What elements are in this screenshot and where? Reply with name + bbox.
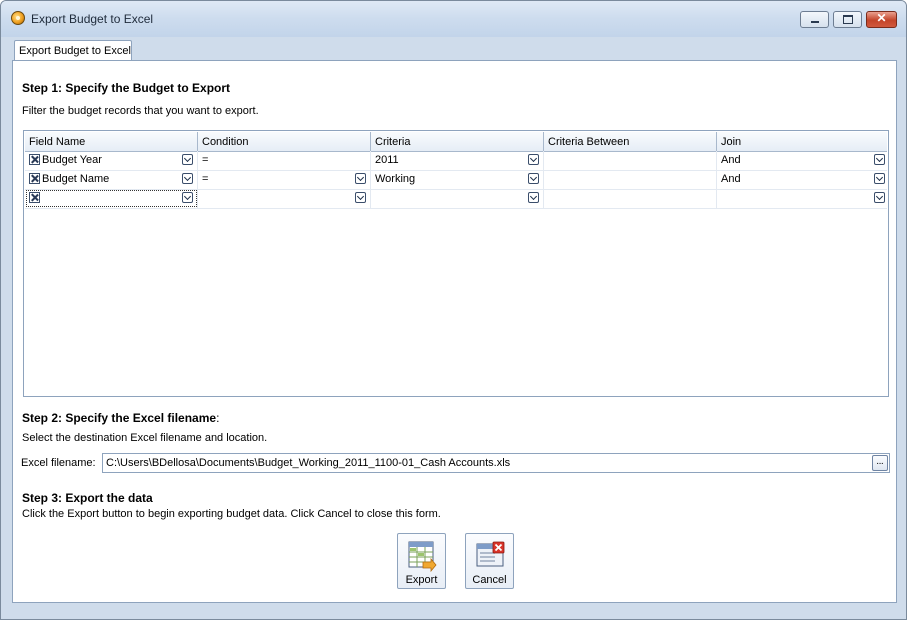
criteria-between-cell[interactable] [544, 151, 717, 170]
join-cell[interactable]: And [717, 170, 887, 189]
excel-filename-value: C:\Users\BDellosa\Documents\Budget_Worki… [106, 457, 511, 469]
cancel-button-label: Cancel [472, 574, 507, 586]
delete-row-icon[interactable] [29, 173, 40, 184]
step3-text: Click the Export button to begin exporti… [22, 508, 441, 520]
chevron-down-icon[interactable] [528, 192, 539, 203]
table-row-new [25, 189, 887, 209]
chevron-down-icon[interactable] [182, 154, 193, 165]
criteria-value: 2011 [375, 154, 399, 166]
filter-grid[interactable]: Field Name Condition Criteria Criteria B… [23, 130, 889, 397]
criteria-between-cell[interactable] [544, 189, 717, 208]
delete-row-icon[interactable] [29, 192, 40, 203]
col-condition[interactable]: Condition [198, 132, 371, 151]
step3-title: Step 3: Export the data [22, 491, 153, 505]
close-button[interactable]: ✕ [866, 11, 897, 28]
table-row: Budget Name = Working And [25, 170, 887, 190]
window-title: Export Budget to Excel [31, 12, 154, 26]
excel-filename-label: Excel filename: [21, 457, 96, 469]
chevron-down-icon[interactable] [182, 192, 193, 203]
maximize-button[interactable] [833, 11, 862, 28]
join-cell[interactable] [717, 189, 887, 208]
excel-filename-input[interactable]: C:\Users\BDellosa\Documents\Budget_Worki… [102, 453, 890, 473]
criteria-cell[interactable] [371, 189, 544, 208]
step2-title: Step 2: Specify the Excel filename: [22, 411, 219, 425]
export-spreadsheet-icon [408, 541, 437, 572]
col-join[interactable]: Join [717, 132, 887, 151]
step1-text: Filter the budget records that you want … [22, 105, 259, 117]
field-name-value: Budget Year [42, 154, 102, 166]
ellipsis-icon: ··· [876, 458, 884, 469]
condition-cell[interactable]: = [198, 170, 371, 189]
field-name-cell[interactable]: Budget Name [25, 170, 198, 189]
minimize-button[interactable] [800, 11, 829, 28]
app-icon [11, 11, 25, 25]
criteria-cell[interactable]: 2011 [371, 151, 544, 170]
criteria-cell[interactable]: Working [371, 170, 544, 189]
export-budget-window: Export Budget to Excel ✕ Export Budget t… [0, 0, 907, 620]
table-row: Budget Year = 2011 And [25, 151, 887, 171]
col-criteria[interactable]: Criteria [371, 132, 544, 151]
step2-title-text: Step 2: Specify the Excel filename [22, 411, 217, 425]
export-button[interactable]: Export [397, 533, 446, 589]
tab-export-budget[interactable]: Export Budget to Excel [14, 40, 132, 61]
field-name-cell[interactable] [25, 189, 198, 208]
chevron-down-icon[interactable] [355, 173, 366, 184]
close-icon: ✕ [876, 11, 887, 25]
join-value: And [721, 173, 741, 185]
chevron-down-icon[interactable] [182, 173, 193, 184]
chevron-down-icon[interactable] [528, 154, 539, 165]
cancel-window-icon [476, 541, 505, 567]
condition-value: = [202, 154, 209, 166]
condition-cell[interactable] [198, 189, 371, 208]
condition-value: = [202, 173, 209, 185]
col-criteria-between[interactable]: Criteria Between [544, 132, 717, 151]
cancel-button[interactable]: Cancel [465, 533, 514, 589]
field-name-cell[interactable]: Budget Year [25, 151, 198, 170]
criteria-value: Working [375, 173, 416, 185]
col-field-name[interactable]: Field Name [25, 132, 198, 151]
step1-title: Step 1: Specify the Budget to Export [22, 81, 231, 95]
chevron-down-icon[interactable] [874, 192, 885, 203]
field-name-value: Budget Name [42, 173, 110, 185]
chevron-down-icon[interactable] [874, 173, 885, 184]
title-bar[interactable]: Export Budget to Excel ✕ [1, 1, 906, 37]
join-cell[interactable]: And [717, 151, 887, 170]
export-button-label: Export [405, 574, 438, 586]
step2-text: Select the destination Excel filename an… [22, 432, 268, 444]
tab-label: Export Budget to Excel [19, 45, 131, 57]
condition-cell[interactable]: = [198, 151, 371, 170]
chevron-down-icon[interactable] [528, 173, 539, 184]
grid-header: Field Name Condition Criteria Criteria B… [25, 132, 887, 152]
chevron-down-icon[interactable] [355, 192, 366, 203]
delete-row-icon[interactable] [29, 154, 40, 165]
step2-title-colon: : [216, 411, 220, 425]
chevron-down-icon[interactable] [874, 154, 885, 165]
criteria-between-cell[interactable] [544, 170, 717, 189]
join-value: And [721, 154, 741, 166]
browse-button[interactable]: ··· [872, 455, 888, 471]
